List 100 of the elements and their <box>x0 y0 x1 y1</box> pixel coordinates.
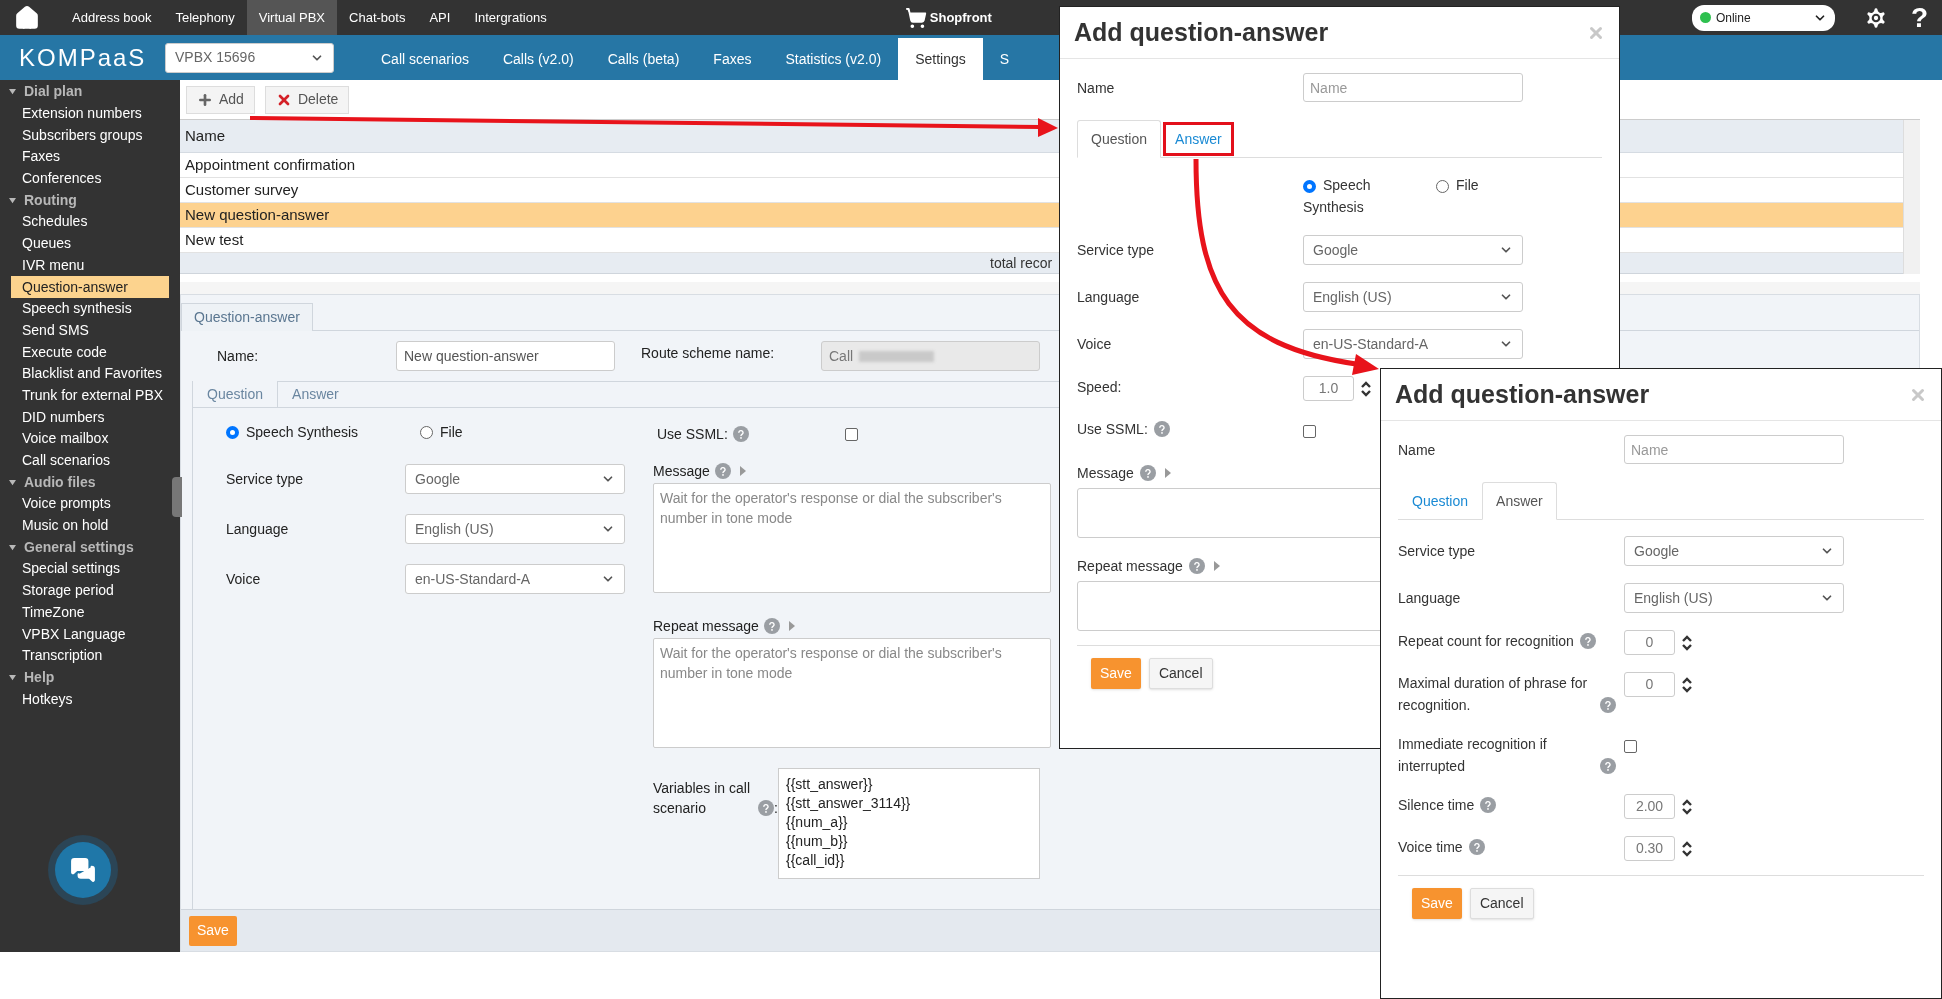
dropdown[interactable]: Google <box>1624 536 1844 566</box>
nav-item[interactable]: Chat-bots <box>337 0 418 35</box>
nav-item[interactable]: API <box>417 0 463 35</box>
sidebar-item[interactable]: Send SMS <box>11 319 169 342</box>
help-icon[interactable] <box>1480 797 1497 813</box>
help-icon[interactable] <box>1468 839 1485 855</box>
delete-button[interactable]: Delete <box>264 85 350 114</box>
scrollbar[interactable] <box>1903 120 1920 274</box>
sidebar-item[interactable]: Hotkeys <box>11 688 169 710</box>
sidebar-item[interactable]: Faxes <box>11 146 169 168</box>
number-field[interactable]: 1.0 <box>1303 376 1354 401</box>
caret-icon[interactable] <box>1212 560 1221 572</box>
sidebar-group[interactable]: Routing <box>0 189 168 212</box>
help-icon[interactable] <box>714 463 731 479</box>
header-tab[interactable]: Statistics (v2.0) <box>768 38 899 80</box>
sidebar-item[interactable]: Music on hold <box>11 514 169 537</box>
sidebar-item[interactable]: Voice prompts <box>11 493 169 515</box>
sidebar-item[interactable]: TimeZone <box>11 601 169 624</box>
nav-item[interactable]: Address book <box>60 0 164 35</box>
collapse-handle[interactable] <box>172 477 182 517</box>
sidebar-item[interactable]: Voice mailbox <box>11 428 169 450</box>
nav-item[interactable]: Virtual PBX <box>246 0 338 35</box>
tab[interactable]: Question-answer <box>181 303 313 331</box>
header-tab[interactable]: Calls (beta) <box>590 38 697 80</box>
spinner-icon[interactable] <box>1360 379 1372 398</box>
sidebar-item[interactable]: Speech synthesis <box>11 297 169 320</box>
sidebar-item[interactable]: Question-answer <box>11 276 169 298</box>
checkbox[interactable] <box>1303 425 1316 438</box>
name-field[interactable]: Name <box>1303 73 1523 102</box>
sidebar-item[interactable]: Schedules <box>11 211 169 233</box>
sidebar-group[interactable]: General settings <box>0 536 168 559</box>
tab[interactable]: Question <box>1398 482 1483 520</box>
caret-icon[interactable] <box>787 620 796 632</box>
header-tab[interactable]: Calls (v2.0) <box>485 38 591 80</box>
dropdown[interactable]: VPBX 15696 <box>165 42 334 73</box>
sidebar-item[interactable]: DID numbers <box>11 406 169 428</box>
dropdown[interactable]: English (US) <box>1624 583 1844 613</box>
nav-item[interactable]: Telephony <box>163 0 247 35</box>
dropdown[interactable]: Google <box>405 464 625 494</box>
help-icon[interactable] <box>1139 465 1156 481</box>
name-field[interactable]: New question-answer <box>396 341 615 371</box>
number-field[interactable]: 0.30 <box>1624 836 1675 861</box>
sidebar-item[interactable]: Queues <box>11 232 169 255</box>
radio-option[interactable]: File <box>420 421 614 443</box>
help-link[interactable]: ? <box>1910 0 1928 39</box>
number-field[interactable]: 0 <box>1624 630 1675 655</box>
dropdown[interactable]: Google <box>1303 235 1523 265</box>
sidebar-item[interactable]: Trunk for external PBX <box>11 384 169 407</box>
shop-link[interactable]: Shopfront <box>904 6 992 29</box>
sidebar-group[interactable]: Dial plan <box>0 81 168 103</box>
sidebar-item[interactable]: Blacklist and Favorites <box>11 362 169 385</box>
sidebar-item[interactable]: Subscribers groups <box>11 124 169 147</box>
help-icon[interactable] <box>732 426 749 442</box>
header-tab[interactable]: Faxes <box>696 38 769 80</box>
sidebar-group[interactable]: Help <box>0 666 168 689</box>
tab[interactable]: Answer <box>1482 482 1557 520</box>
header-tab[interactable]: S <box>982 38 1027 80</box>
help-icon[interactable] <box>758 800 775 816</box>
number-field[interactable]: 2.00 <box>1624 794 1675 819</box>
sidebar-item[interactable]: Special settings <box>11 558 169 580</box>
sidebar-item[interactable]: Call scenarios <box>11 449 169 472</box>
header-tab[interactable]: Call scenarios <box>364 38 486 80</box>
help-icon[interactable] <box>1579 633 1596 649</box>
tab[interactable]: Question <box>193 381 279 407</box>
sidebar-group[interactable]: Audio files <box>0 471 168 494</box>
help-icon[interactable] <box>1600 758 1616 774</box>
sidebar-item[interactable]: VPBX Language <box>11 623 169 645</box>
sidebar-item[interactable]: IVR menu <box>11 254 169 277</box>
tab[interactable]: Question <box>1077 120 1162 158</box>
caret-icon[interactable] <box>1163 467 1172 479</box>
dropdown[interactable]: en-US-Standard-A <box>1303 329 1523 359</box>
dropdown[interactable]: en-US-Standard-A <box>405 564 625 594</box>
home-icon[interactable] <box>14 4 40 31</box>
sidebar-item[interactable]: Extension numbers <box>11 102 169 125</box>
sidebar-item[interactable]: Conferences <box>11 167 169 190</box>
number-field[interactable]: 0 <box>1624 672 1675 697</box>
spinner-icon[interactable] <box>1681 675 1693 694</box>
spinner-icon[interactable] <box>1681 839 1693 858</box>
sidebar-item[interactable]: Storage period <box>11 579 169 602</box>
help-icon[interactable] <box>1153 421 1170 437</box>
message-field[interactable]: Wait for the operator's response or dial the subscriber's number in tone mode <box>653 638 1051 748</box>
status-dropdown[interactable]: Online <box>1691 4 1835 31</box>
caret-icon[interactable] <box>738 465 747 477</box>
help-icon[interactable] <box>1188 558 1205 574</box>
header-tab[interactable]: Settings <box>898 38 983 80</box>
checkbox[interactable] <box>1624 740 1637 753</box>
spinner-icon[interactable] <box>1681 633 1693 652</box>
sidebar-item[interactable]: Transcription <box>11 644 169 667</box>
add-button[interactable]: Add <box>186 85 255 114</box>
sidebar-item[interactable]: Execute code <box>11 341 169 363</box>
dropdown[interactable]: English (US) <box>405 514 625 544</box>
tab[interactable]: Answer <box>278 381 353 407</box>
checkbox[interactable] <box>845 427 858 441</box>
nav-item[interactable]: Intergrations <box>462 0 559 35</box>
dropdown[interactable]: English (US) <box>1303 282 1523 312</box>
help-icon[interactable] <box>763 618 780 634</box>
message-field[interactable]: Wait for the operator's response or dial the subscriber's number in tone mode <box>653 483 1051 593</box>
cancel-button[interactable]: Cancel <box>1469 888 1534 919</box>
spinner-icon[interactable] <box>1681 797 1693 816</box>
name-field[interactable]: Name <box>1624 435 1844 464</box>
